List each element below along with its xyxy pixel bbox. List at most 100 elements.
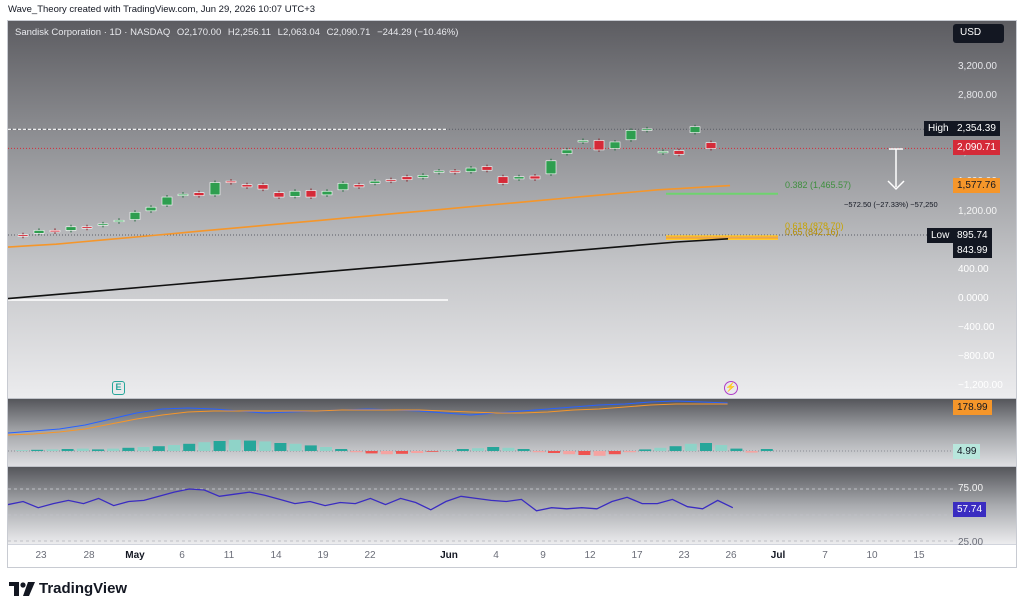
macd-hist-bar [578,451,591,455]
macd-hist-bar [365,451,378,454]
macd-hist-bar [715,445,728,451]
time-tick: 15 [913,550,925,561]
macd-hist-bar [289,443,302,451]
macd-hist-bar [76,448,89,451]
macd-hist-bar [654,447,667,451]
candle [641,128,653,131]
tradingview-logo[interactable]: TradingView [9,580,127,597]
macd-hist-bar [472,448,484,451]
candle [513,176,525,180]
macd-hist-bar [31,449,44,451]
candle [177,193,189,196]
chart-frame[interactable]: Sandisk Corporation · 1D · NASDAQ O2,170… [7,20,1017,568]
candle [673,150,685,155]
macd-hist-bar [639,449,652,451]
candle [433,170,445,173]
measure-label: −572.50 (−27.33%) −57,250 [844,200,938,209]
macd-hist-bar [61,449,74,451]
high-label: High [924,121,953,136]
ohlc-high: H2,256.11 [227,27,272,38]
macd-hist-bar [684,443,697,451]
macd-hist-bar [532,451,545,453]
macd-hist-bar [304,445,317,451]
candle [193,192,205,196]
candle [145,206,157,212]
candle [449,170,461,173]
chart-caption: Wave_Theory created with TradingView.com… [8,4,316,15]
time-tick: 19 [317,550,329,561]
candle [385,179,397,182]
candle [401,176,413,180]
macd-hist-bar [380,451,393,455]
macd-hist-bar [593,451,606,456]
candle [161,196,173,206]
rsi-lower-tick: 25.00 [958,537,984,548]
macd-hist-bar [350,451,363,453]
candle [129,211,141,220]
macd-hist-bar [16,450,28,451]
time-tick: Jun [440,550,458,561]
price-tick: 400.00 [958,264,989,275]
low-label: Low [927,228,954,243]
macd-hist-bar [274,443,287,451]
price-tick: 0.0000 [958,293,989,304]
time-tick: May [125,550,145,561]
candle [593,140,605,151]
macd-hist-bar [107,448,120,451]
symbol-name: Sandisk Corporation · 1D · NASDAQ [15,27,171,38]
time-tick: Jul [770,550,786,561]
macd-hist-bar [183,443,196,451]
candle [49,230,61,233]
time-tick: 26 [725,550,737,561]
candle [561,149,573,154]
macd-hist-bar [198,442,211,451]
candle [225,180,237,183]
macd-hist-bar [669,446,682,451]
earnings-icon[interactable]: E [112,381,125,395]
candle [353,184,365,188]
macd-hist-bar [152,446,165,451]
fib-65-label: 0.65 (842.16) [785,227,839,237]
macd-hist-bar [168,445,180,451]
time-tick: 14 [270,550,282,561]
low-price-tag: 895.74 [953,228,992,243]
ohlc-open: O2,170.00 [176,27,222,38]
price-tick: 1,200.00 [958,206,997,217]
candle [337,182,349,191]
macd-hist-bar [456,449,469,451]
macd-hist-bar [760,449,773,451]
macd-line [8,400,728,434]
macd-hist-bar [502,447,515,451]
candle [113,219,125,223]
candle [705,142,717,149]
sma-price-tag: 843.99 [953,243,992,258]
candle [321,190,333,196]
time-tick: 11 [223,550,235,561]
macd-hist-bar [213,441,226,451]
tradingview-logo-icon [9,581,35,596]
candle [417,175,429,178]
time-tick: 23 [678,550,690,561]
candle [97,223,109,226]
ohlc-change: −244.29 (−10.46%) [377,27,459,38]
macd-hist-bar [426,451,439,452]
candle [305,190,317,198]
macd-hist-bar [320,447,332,451]
candle [545,160,557,175]
price-tick: −800.00 [958,351,995,362]
time-tick: 6 [179,550,185,561]
macd-hist-bar [608,451,621,455]
currency-button[interactable]: USD [953,24,1004,43]
chart-canvas [8,124,953,542]
macd-hist-bar [548,451,560,453]
macd-hist-tag: 4.99 [953,444,981,459]
sma-line [8,238,729,300]
time-tick: 10 [866,550,878,561]
macd-hist-bar [396,451,408,454]
candle [609,141,621,149]
macd-hist-bar [335,449,348,451]
macd-hist-bar [624,451,636,453]
dividends-flash-icon[interactable]: ⚡ [724,381,738,395]
candle [369,180,381,184]
price-tick: 2,800.00 [958,90,997,101]
